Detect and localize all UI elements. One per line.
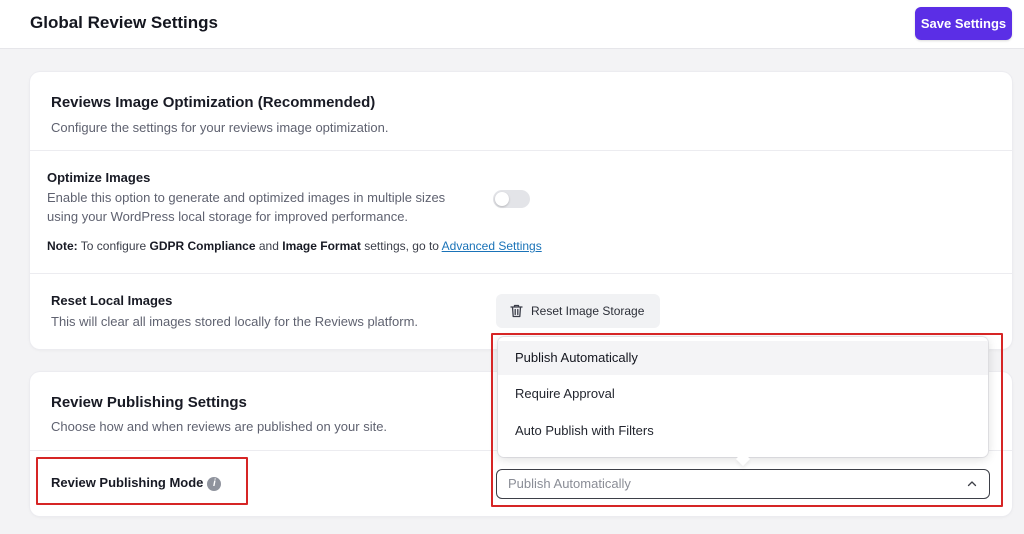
divider [30, 273, 1012, 274]
optimize-images-toggle[interactable] [493, 190, 530, 208]
reset-image-storage-label: Reset Image Storage [531, 304, 645, 318]
divider [30, 150, 1012, 151]
section-title: Reviews Image Optimization (Recommended) [51, 94, 376, 111]
page-title: Global Review Settings [30, 13, 218, 32]
optimize-images-description: Enable this option to generate and optim… [47, 190, 446, 224]
image-optimization-card: Reviews Image Optimization (Recommended)… [30, 72, 1012, 349]
reset-local-images-label: Reset Local Images [51, 293, 173, 308]
top-bar: Global Review Settings Save Settings [0, 0, 1024, 49]
save-settings-button[interactable]: Save Settings [915, 7, 1012, 40]
advanced-settings-link[interactable]: Advanced Settings [442, 239, 542, 253]
optimize-images-label: Optimize Images [47, 170, 151, 185]
note-text: Note: To configure GDPR Compliance and I… [47, 239, 542, 253]
highlight-box-dropdown [491, 333, 1003, 507]
section-subtitle: Configure the settings for your reviews … [51, 120, 389, 135]
highlight-box-mode-label [36, 457, 248, 505]
trash-icon [510, 304, 523, 318]
section-title: Review Publishing Settings [51, 394, 247, 411]
reset-image-storage-button[interactable]: Reset Image Storage [496, 294, 660, 328]
reset-local-images-description: This will clear all images stored locall… [51, 314, 419, 329]
toggle-knob [495, 192, 509, 206]
section-subtitle: Choose how and when reviews are publishe… [51, 419, 388, 434]
